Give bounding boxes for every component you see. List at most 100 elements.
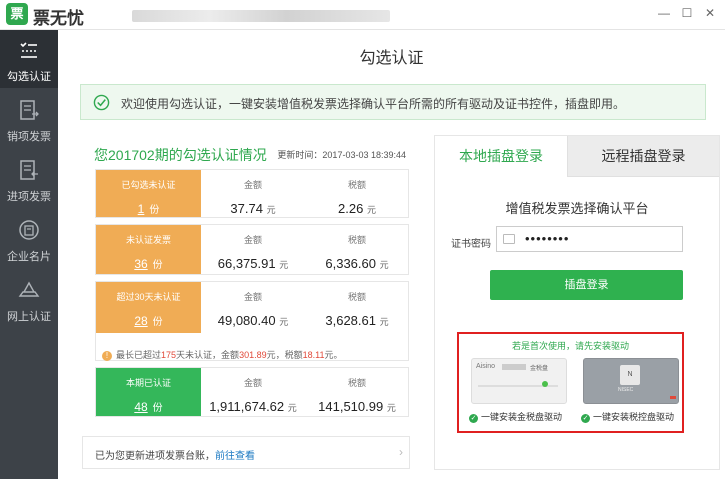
overdue-warning: ! 最长已超过175天未认证，金额301.89元，税额18.11元。 xyxy=(102,348,342,361)
company-card-icon xyxy=(19,220,39,240)
row-count[interactable]: 28 xyxy=(134,314,147,328)
online-auth-icon xyxy=(18,281,40,297)
device-chip: N xyxy=(620,365,640,385)
amount-cell: 金额 37.74 元 xyxy=(201,170,305,216)
sidebar-item-check-auth[interactable]: 勾选认证 xyxy=(0,30,58,88)
row-count[interactable]: 36 xyxy=(134,257,147,271)
amount-unit: 元 xyxy=(279,260,289,270)
tax-cell: 税额 141,510.99 元 xyxy=(305,368,409,414)
amount-cell: 金额 49,080.40 元 xyxy=(201,282,305,328)
link-label: 一键安装税控盘驱动 xyxy=(593,412,675,422)
row-label: 已勾选未认证 xyxy=(121,180,176,190)
row-label-box[interactable]: 未认证发票 36 份 xyxy=(96,225,201,274)
sidebar-item-company-card[interactable]: 企业名片 xyxy=(0,210,58,268)
link-label: 一键安装金税盘驱动 xyxy=(481,412,563,422)
tab-remote-login[interactable]: 远程插盘登录 xyxy=(567,136,719,176)
warning-tax: 18.11 xyxy=(302,350,325,360)
amount-unit: 元 xyxy=(287,403,297,413)
auth-stats-panel: 您201702期的勾选认证情况 更新时间：2017-03-03 18:39:44… xyxy=(82,135,410,426)
amount-header: 金额 xyxy=(243,235,262,245)
amount-header: 金额 xyxy=(243,292,262,302)
stats-row-checked-unauth: 已勾选未认证 1份 金额 37.74 元 税额 2.26 元 xyxy=(95,169,409,218)
tax-cell: 税额 3,628.61 元 xyxy=(305,282,409,328)
sidebar-item-label: 销项发票 xyxy=(7,131,51,143)
output-invoice-icon xyxy=(20,100,39,120)
warning-mid1: 天未认证，金额 xyxy=(176,350,240,360)
amount-header: 金额 xyxy=(243,378,262,388)
close-button[interactable]: ✕ xyxy=(701,4,719,22)
warning-days: 175 xyxy=(161,350,177,360)
welcome-notice: 欢迎使用勾选认证，一键安装增值税发票选择确认平台所需的所有驱动及证书控件，插盘即… xyxy=(80,84,706,120)
amount-unit: 元 xyxy=(279,317,289,327)
install-golden-tax-driver-link[interactable]: ✓ 一键安装金税盘驱动 xyxy=(469,410,562,423)
tax-value: 6,336.60 xyxy=(325,256,376,271)
keyboard-icon xyxy=(503,234,515,244)
notice-text: 欢迎使用勾选认证，一键安装增值税发票选择确认平台所需的所有驱动及证书控件，插盘即… xyxy=(121,97,626,111)
row-label: 本期已认证 xyxy=(125,378,171,388)
tax-value: 3,628.61 xyxy=(325,313,376,328)
page-title: 勾选认证 xyxy=(359,50,424,67)
warning-prefix: 最长已超过 xyxy=(116,350,162,360)
sidebar-item-output-invoice[interactable]: 销项发票 xyxy=(0,90,58,148)
sidebar-item-label: 勾选认证 xyxy=(7,71,51,83)
tax-cell: 税额 6,336.60 元 xyxy=(305,225,409,271)
warning-amount: 301.89 xyxy=(239,350,267,360)
stats-title: 您201702期的勾选认证情况 xyxy=(94,147,267,163)
main-content: 勾选认证 欢迎使用勾选认证，一键安装增值税发票选择确认平台所需的所有驱动及证书控… xyxy=(58,30,725,479)
stats-row-unauth: 未认证发票 36 份 金额 66,375.91 元 税额 6,336.60 元 xyxy=(95,224,409,275)
count-unit: 份 xyxy=(152,317,163,328)
row-label-box[interactable]: 已勾选未认证 1份 xyxy=(96,170,201,217)
device-led xyxy=(542,381,548,387)
count-unit: 份 xyxy=(149,205,160,216)
go-view-link[interactable]: 前往查看 xyxy=(215,451,255,462)
tax-header: 税额 xyxy=(347,180,366,190)
tab-divider xyxy=(567,176,719,177)
sidebar-item-online-auth[interactable]: 网上认证 xyxy=(0,270,58,328)
sidebar-item-label: 进项发票 xyxy=(7,191,51,203)
amount-cell: 金额 1,911,674.62 元 xyxy=(201,368,305,414)
row-label-box[interactable]: 本期已认证 48 份 xyxy=(96,368,201,416)
row-label: 未认证发票 xyxy=(125,235,171,245)
login-panel: 本地插盘登录 远程插盘登录 增值税发票选择确认平台 证书密码 •••••••• … xyxy=(434,135,720,470)
count-unit: 份 xyxy=(152,260,163,271)
certificate-password-field[interactable]: •••••••• xyxy=(496,226,683,252)
tax-header: 税额 xyxy=(347,378,366,388)
golden-tax-disk-image: Aisino 金税盘 xyxy=(471,358,567,404)
sidebar-item-label: 网上认证 xyxy=(7,311,51,323)
row-count[interactable]: 48 xyxy=(134,400,147,414)
input-invoice-icon xyxy=(20,160,38,180)
title-bar: 票 票无忧 — ☐ ✕ xyxy=(0,0,725,30)
check-list-icon xyxy=(20,42,37,58)
amount-unit: 元 xyxy=(266,205,276,215)
tax-unit: 元 xyxy=(386,403,396,413)
amount-value: 1,911,674.62 xyxy=(209,399,285,414)
device-bar xyxy=(502,364,526,370)
amount-value: 37.74 xyxy=(230,201,263,216)
tax-unit: 元 xyxy=(379,317,389,327)
tax-cell: 税额 2.26 元 xyxy=(305,170,409,216)
tax-unit: 元 xyxy=(366,205,376,215)
password-label: 证书密码 xyxy=(451,239,491,250)
tab-local-login[interactable]: 本地插盘登录 xyxy=(435,136,567,176)
maximize-button[interactable]: ☐ xyxy=(678,4,696,22)
stats-row-authenticated: 本期已认证 48 份 金额 1,911,674.62 元 税额 141,510.9… xyxy=(95,367,409,417)
platform-title: 增值税发票选择确认平台 xyxy=(505,201,649,216)
sidebar: 勾选认证 销项发票 进项发票 企业名片 网上认证 xyxy=(0,30,58,479)
install-tax-control-driver-link[interactable]: ✓ 一键安装税控盘驱动 xyxy=(581,410,674,423)
update-time: 更新时间：2017-03-03 18:39:44 xyxy=(277,150,406,160)
minimize-button[interactable]: — xyxy=(655,4,673,22)
stats-row-over-30-days: 超过30天未认证 28 份 金额 49,080.40 元 税额 3,628.61 … xyxy=(95,281,409,361)
warning-icon: ! xyxy=(102,351,112,361)
chevron-right-icon[interactable]: › xyxy=(399,445,403,459)
tax-header: 税额 xyxy=(347,235,366,245)
sidebar-item-input-invoice[interactable]: 进项发票 xyxy=(0,150,58,208)
plug-login-button[interactable]: 插盘登录 xyxy=(490,270,683,300)
password-value: •••••••• xyxy=(525,231,570,246)
driver-install-box: 若是首次使用，请先安装驱动 Aisino 金税盘 N NISEC ✓ 一键安装金税… xyxy=(457,332,684,433)
check-circle-icon: ✓ xyxy=(469,414,478,423)
ledger-update-bar[interactable]: 已为您更新进项发票台账，前往查看 › xyxy=(82,436,410,469)
device-led xyxy=(670,396,676,399)
tax-unit: 元 xyxy=(379,260,389,270)
row-label-box[interactable]: 超过30天未认证 28 份 xyxy=(96,282,201,333)
blurred-window-caption xyxy=(132,10,390,22)
